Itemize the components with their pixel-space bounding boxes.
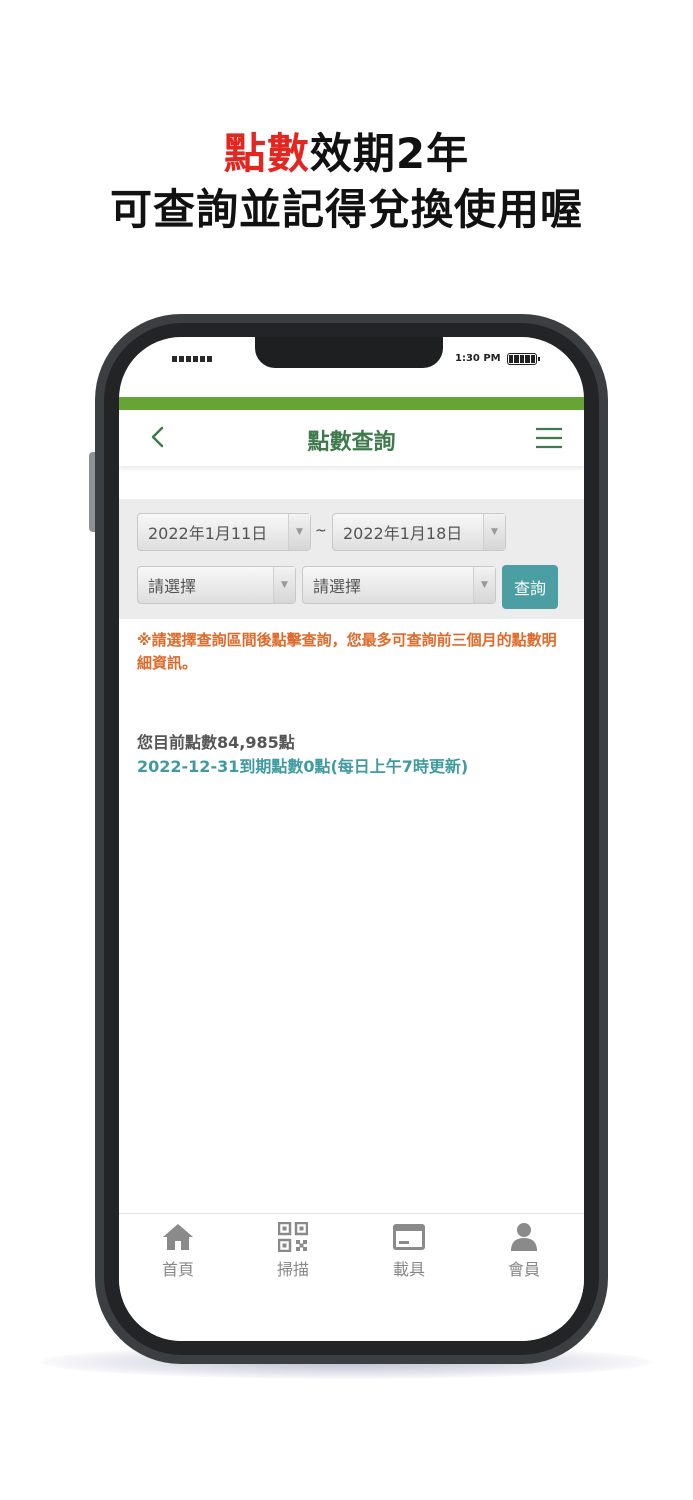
user-icon bbox=[511, 1223, 537, 1251]
signal-icon bbox=[172, 356, 212, 362]
chevron-down-icon: ▼ bbox=[473, 567, 495, 603]
page-title: 點數查詢 bbox=[307, 430, 396, 455]
brand-accent-bar bbox=[119, 397, 584, 410]
battery-icon bbox=[507, 353, 540, 365]
home-icon bbox=[163, 1224, 193, 1250]
promo-headline-rest: 效期2年 bbox=[309, 129, 470, 178]
end-date-select[interactable]: 2022年1月18日 ▼ bbox=[332, 513, 506, 551]
card-icon bbox=[393, 1224, 425, 1250]
nav-home[interactable]: 首頁 bbox=[143, 1222, 213, 1280]
nav-scan-label: 掃描 bbox=[276, 1260, 309, 1279]
category-select-1[interactable]: 請選擇 ▼ bbox=[137, 566, 296, 604]
end-date-value: 2022年1月18日 bbox=[343, 524, 463, 543]
promo-highlight: 點數 bbox=[223, 129, 310, 178]
nav-member-label: 會員 bbox=[507, 1260, 540, 1279]
chevron-down-icon: ▼ bbox=[483, 514, 505, 550]
nav-carrier-label: 載具 bbox=[392, 1260, 425, 1279]
nav-member[interactable]: 會員 bbox=[489, 1222, 559, 1280]
start-date-value: 2022年1月11日 bbox=[148, 524, 268, 543]
query-notice: ※請選擇查詢區間後點擊查詢，您最多可查詢前三個月的點數明細資訊。 bbox=[137, 631, 557, 672]
nav-carrier[interactable]: 載具 bbox=[374, 1222, 444, 1280]
promo-headline-line2: 可查詢並記得兌換使用喔 bbox=[109, 185, 583, 234]
qr-code-icon bbox=[278, 1222, 308, 1252]
phone-screen: 1:30 PM 點數查詢 2022年1月11日 ▼ ~ 2022年1月18日 ▼… bbox=[119, 337, 584, 1341]
chevron-down-icon: ▼ bbox=[273, 567, 295, 603]
hamburger-menu-icon[interactable] bbox=[535, 427, 563, 449]
query-button[interactable]: 查詢 bbox=[502, 565, 558, 609]
date-range-separator: ~ bbox=[315, 523, 327, 539]
bottom-nav: 首頁 掃描 載具 會員 bbox=[119, 1213, 584, 1341]
app-header: 點數查詢 bbox=[119, 410, 584, 466]
chevron-down-icon: ▼ bbox=[288, 514, 310, 550]
promo-headline-line1: 點數效期2年 bbox=[0, 120, 693, 181]
category-select-2-value: 請選擇 bbox=[313, 577, 362, 596]
current-points: 您目前點數84,985點 bbox=[137, 733, 295, 752]
nav-scan[interactable]: 掃描 bbox=[258, 1222, 328, 1280]
nav-home-label: 首頁 bbox=[161, 1260, 194, 1279]
category-select-2[interactable]: 請選擇 ▼ bbox=[302, 566, 496, 604]
status-time: 1:30 PM bbox=[455, 353, 501, 364]
start-date-select[interactable]: 2022年1月11日 ▼ bbox=[137, 513, 311, 551]
points-expiry: 2022-12-31到期點數0點(每日上午7時更新) bbox=[137, 757, 469, 776]
phone-notch bbox=[255, 337, 443, 368]
category-select-1-value: 請選擇 bbox=[148, 577, 197, 596]
